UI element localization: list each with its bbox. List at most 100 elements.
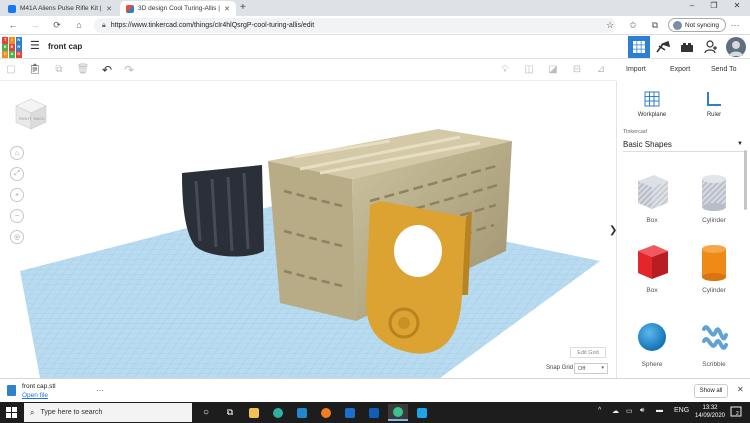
notifications-icon[interactable]: 2 bbox=[730, 406, 742, 418]
tab-facebook[interactable]: M41A Aliens Pulse Rifle Kit | Face ✕ bbox=[2, 1, 118, 16]
cortana-icon[interactable]: ○ bbox=[196, 404, 216, 421]
snap-grid-value: Off bbox=[578, 365, 586, 372]
viewcube-right-label: RIGHT bbox=[19, 116, 32, 121]
file-explorer-icon[interactable] bbox=[244, 404, 264, 421]
close-tab-icon[interactable]: ✕ bbox=[106, 5, 112, 13]
library-select[interactable]: Basic Shapes ▼ bbox=[623, 138, 745, 152]
black-gripper-part[interactable] bbox=[182, 165, 264, 257]
battery-icon[interactable]: ▬ bbox=[656, 407, 663, 414]
tab-tinkercad[interactable]: 3D design Cool Turing-Allis | Tin ✕ bbox=[120, 1, 236, 16]
design-name[interactable]: front cap bbox=[48, 42, 82, 51]
collections-icon[interactable]: ⧉ bbox=[648, 19, 662, 32]
chevron-down-icon: ▾ bbox=[601, 365, 604, 371]
tinkercad-header: TIN KER CAD ☰ front cap bbox=[0, 35, 750, 59]
workplane-icon bbox=[625, 89, 679, 109]
reload-icon[interactable]: ⟳ bbox=[50, 19, 64, 32]
mirror-icon[interactable]: ⊿ bbox=[594, 64, 608, 76]
download-more-button[interactable]: ··· bbox=[96, 386, 104, 395]
3d-viewport[interactable]: RIGHT BACK ⌂ ⤢ + − ◎ ❯ Edit Grid Snap Gr… bbox=[0, 81, 616, 378]
tinkercad-logo[interactable]: TIN KER CAD bbox=[2, 37, 22, 58]
send-to-button[interactable]: Send To bbox=[711, 66, 737, 73]
undo-icon[interactable]: ↶ bbox=[100, 64, 114, 76]
chrome-app-icon[interactable] bbox=[412, 404, 432, 421]
panel-scrollbar[interactable] bbox=[744, 150, 747, 210]
align-icon[interactable]: ⊟ bbox=[570, 64, 584, 76]
download-file-name[interactable]: front cap.stl bbox=[22, 383, 56, 390]
shape-label: Box bbox=[646, 287, 658, 294]
zoom-out-icon[interactable]: − bbox=[10, 209, 24, 223]
viewcube-back-label: BACK bbox=[34, 116, 45, 121]
taskbar-search[interactable]: ⌕ Type here to search bbox=[24, 403, 192, 422]
network-icon[interactable]: ▭ bbox=[626, 407, 633, 415]
add-user-icon[interactable] bbox=[700, 36, 722, 58]
more-menu-icon[interactable]: ··· bbox=[728, 19, 742, 32]
shape-scribble[interactable]: Scribble bbox=[687, 317, 741, 368]
edit-grid-button[interactable]: Edit Grid bbox=[570, 347, 606, 358]
view-cube[interactable]: RIGHT BACK bbox=[14, 97, 48, 131]
zoom-in-icon[interactable]: + bbox=[10, 188, 24, 202]
edge-active-app-icon[interactable] bbox=[388, 404, 408, 421]
outlook-app-icon[interactable] bbox=[364, 404, 384, 421]
windows-start-icon[interactable] bbox=[6, 407, 17, 418]
cloud-icon[interactable]: ☁ bbox=[612, 407, 619, 415]
shapes-panel: Workplane Ruler Tinkercad Basic Shapes ▼… bbox=[616, 81, 750, 378]
sync-button[interactable]: Not syncing bbox=[668, 18, 726, 32]
close-tab-icon[interactable]: ✕ bbox=[224, 5, 230, 13]
shape-box-hole[interactable]: Box bbox=[625, 171, 679, 224]
show-all-button[interactable]: Show all bbox=[694, 384, 728, 398]
duplicate-icon[interactable]: ⧉ bbox=[52, 64, 66, 76]
edge-app-icon[interactable] bbox=[268, 404, 288, 421]
firefox-app-icon[interactable] bbox=[316, 404, 336, 421]
redo-icon[interactable]: ↷ bbox=[122, 64, 136, 76]
ruler-icon bbox=[687, 89, 741, 109]
light-bulb-icon[interactable]: 💡︎ bbox=[498, 64, 512, 76]
shape-sphere[interactable]: Sphere bbox=[625, 317, 679, 368]
snap-grid-label: Snap Grid bbox=[546, 365, 574, 371]
volume-icon[interactable]: 🔊︎ bbox=[640, 407, 644, 415]
paste-icon[interactable]: 📋︎ bbox=[28, 64, 42, 76]
user-avatar[interactable] bbox=[726, 37, 746, 57]
language-indicator[interactable]: ENG bbox=[674, 407, 689, 414]
export-button[interactable]: Export bbox=[670, 66, 690, 73]
task-view-icon[interactable]: ⧉ bbox=[220, 404, 240, 421]
home-icon[interactable]: ⌂ bbox=[72, 19, 86, 32]
fit-view-icon[interactable]: ⤢ bbox=[10, 167, 24, 181]
blocks-icon[interactable] bbox=[652, 36, 674, 58]
favorites-icon[interactable]: ✩ bbox=[626, 19, 640, 32]
group-icon[interactable]: ◫ bbox=[522, 64, 536, 76]
shape-cylinder[interactable]: Cylinder bbox=[687, 241, 741, 294]
bookmark-star-icon[interactable]: ☆ bbox=[603, 19, 617, 32]
url-field[interactable]: 🔒︎ https://www.tinkercad.com/things/cIr4… bbox=[94, 18, 616, 33]
workplane-button[interactable]: Workplane bbox=[625, 89, 679, 118]
bricks-icon[interactable] bbox=[676, 36, 698, 58]
3d-view-icon[interactable] bbox=[628, 36, 650, 58]
collapse-panel-icon[interactable]: ❯ bbox=[609, 224, 616, 238]
tab-title: M41A Aliens Pulse Rifle Kit | Face bbox=[20, 5, 102, 12]
shape-box[interactable]: Box bbox=[625, 241, 679, 294]
maximize-button[interactable]: ❐ bbox=[704, 1, 724, 10]
shape-cylinder-hole[interactable]: Cylinder bbox=[687, 171, 741, 224]
import-button[interactable]: Import bbox=[626, 66, 646, 73]
back-icon[interactable]: ← bbox=[6, 19, 20, 32]
minimize-button[interactable]: – bbox=[682, 1, 702, 10]
snap-grid-select[interactable]: Off ▾ bbox=[574, 363, 608, 374]
close-download-bar-button[interactable]: ✕ bbox=[737, 385, 744, 394]
new-tab-button[interactable]: + bbox=[240, 2, 246, 13]
address-bar: ← → ⟳ ⌂ 🔒︎ https://www.tinkercad.com/thi… bbox=[0, 16, 750, 35]
home-view-icon[interactable]: ⌂ bbox=[10, 146, 24, 160]
open-file-link[interactable]: Open file bbox=[22, 392, 48, 399]
forward-icon[interactable]: → bbox=[28, 19, 42, 32]
notification-count: 2 bbox=[736, 411, 739, 417]
ruler-button[interactable]: Ruler bbox=[687, 89, 741, 118]
shape-label: Cylinder bbox=[702, 287, 726, 294]
perspective-icon[interactable]: ◎ bbox=[10, 230, 24, 244]
delete-icon[interactable]: 🗑︎ bbox=[76, 64, 90, 76]
tray-chevron-icon[interactable]: ^ bbox=[598, 407, 601, 414]
design-list-icon[interactable]: ☰ bbox=[30, 41, 42, 52]
taskbar-clock[interactable]: 13:32 14/09/2020 bbox=[694, 404, 726, 420]
lync-app-icon[interactable] bbox=[292, 404, 312, 421]
ungroup-icon[interactable]: ◪ bbox=[546, 64, 560, 76]
close-window-button[interactable]: ✕ bbox=[727, 1, 747, 10]
copy-icon[interactable]: ▢ bbox=[4, 64, 18, 76]
mail-app-icon[interactable] bbox=[340, 404, 360, 421]
